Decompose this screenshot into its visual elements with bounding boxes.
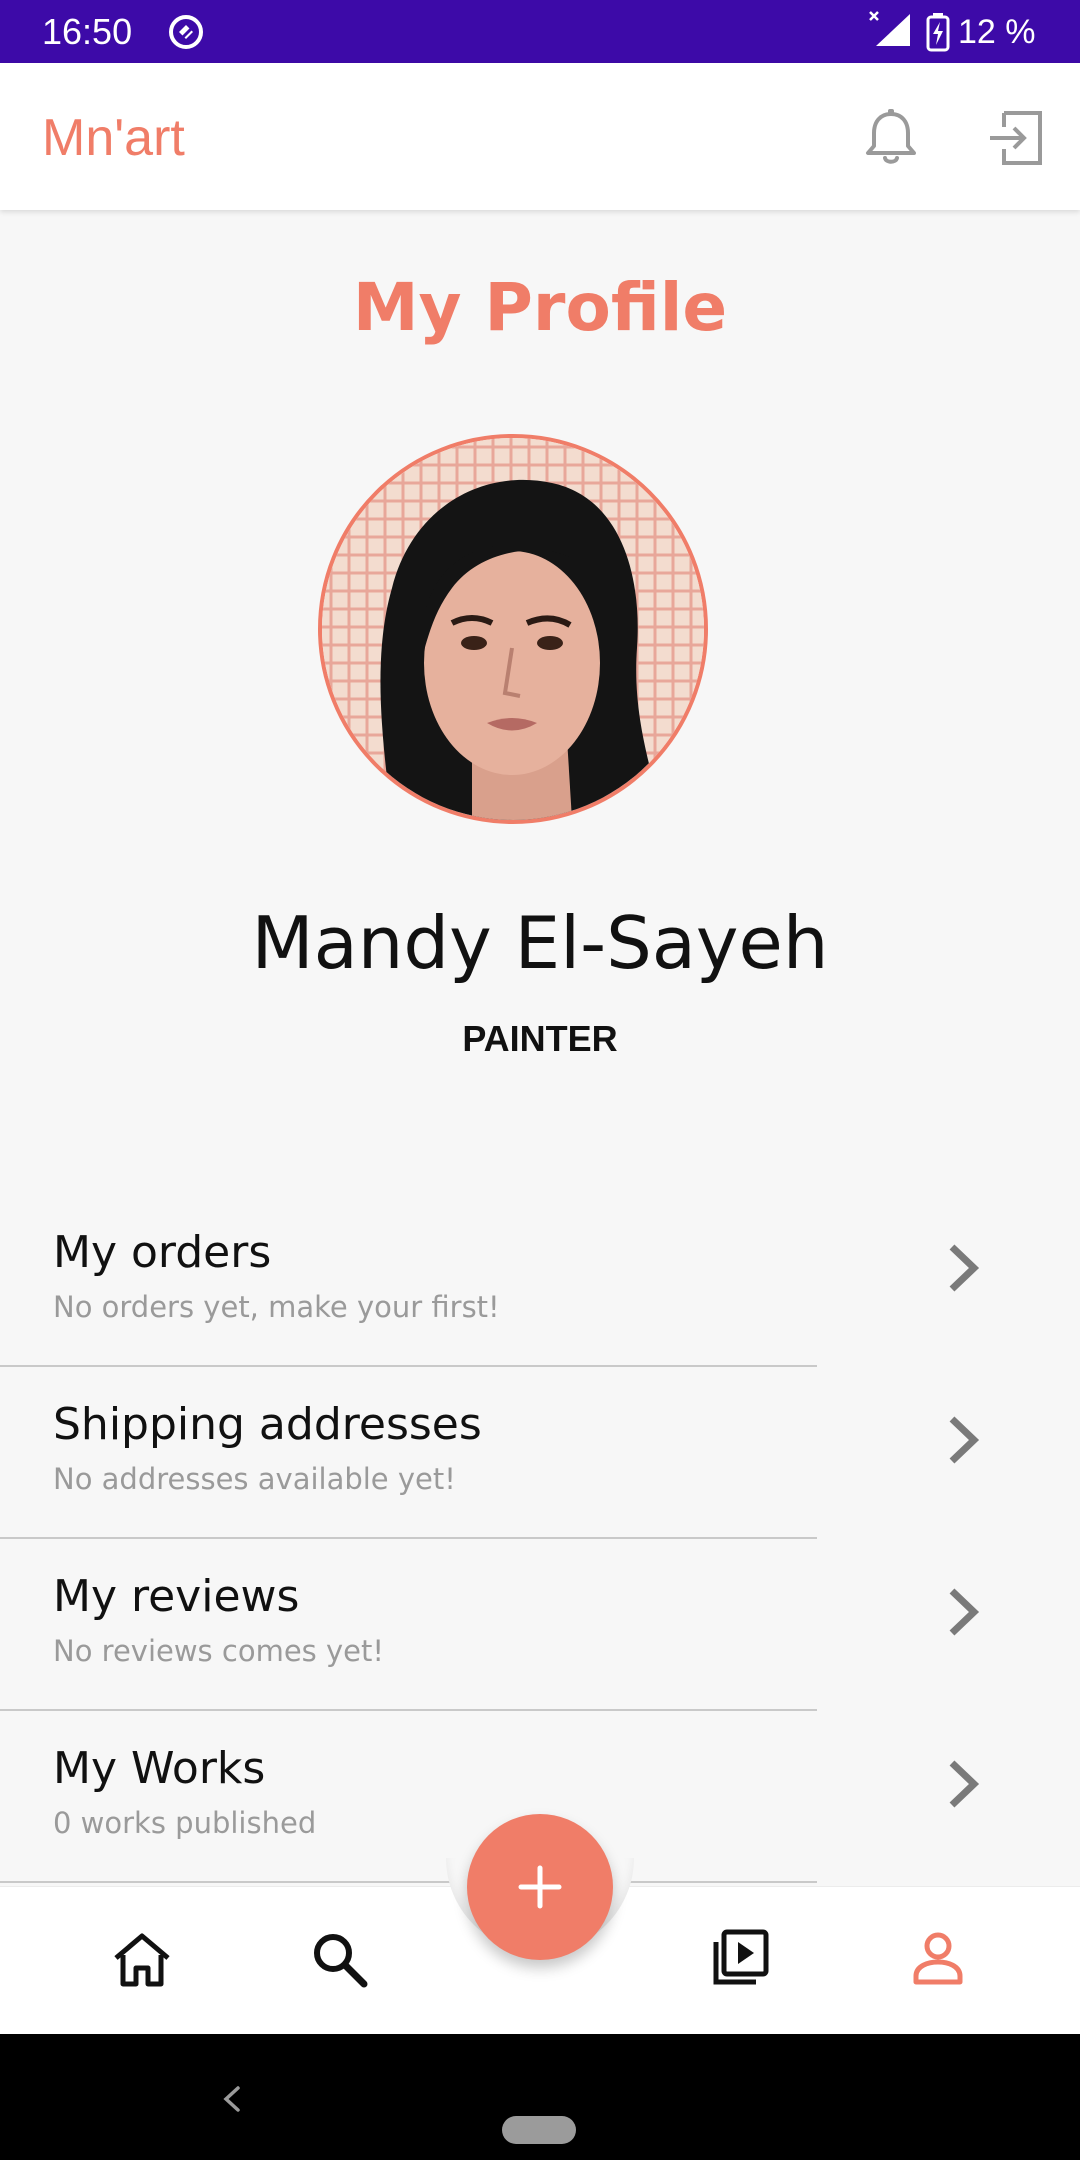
system-navigation-bar xyxy=(0,2034,1080,2160)
chevron-right-icon xyxy=(949,1244,980,1292)
menu-item-subtitle: No addresses available yet! xyxy=(53,1462,456,1496)
app-title: Mn'art xyxy=(42,109,185,167)
menu-item-title: My orders xyxy=(53,1227,272,1278)
menu-item-subtitle: No orders yet, make your first! xyxy=(53,1290,500,1324)
profile-icon[interactable] xyxy=(906,1926,970,1990)
chevron-right-icon xyxy=(949,1588,980,1636)
status-bar: 16:50 12 % xyxy=(0,0,1080,63)
home-icon[interactable] xyxy=(110,1928,174,1992)
menu-item-title: My Works xyxy=(53,1743,266,1794)
search-icon[interactable] xyxy=(308,1928,372,1992)
menu-item-my-reviews[interactable]: My reviews No reviews comes yet! xyxy=(0,1539,1080,1711)
add-icon xyxy=(518,1865,562,1909)
logout-icon[interactable] xyxy=(986,109,1046,167)
chevron-right-icon xyxy=(949,1416,980,1464)
battery-level: 12 % xyxy=(958,13,1036,51)
status-time: 16:50 xyxy=(42,11,133,52)
battery-charging-icon xyxy=(926,13,950,52)
menu-item-title: My reviews xyxy=(53,1571,300,1622)
profile-name: Mandy El-Sayeh xyxy=(251,901,829,985)
avatar[interactable] xyxy=(318,434,708,824)
app-bar: Mn'art xyxy=(0,63,1080,210)
menu-item-title: Shipping addresses xyxy=(53,1399,482,1450)
menu-item-subtitle: No reviews comes yet! xyxy=(53,1634,384,1668)
avatar-image xyxy=(322,438,704,820)
menu-item-my-orders[interactable]: My orders No orders yet, make your first… xyxy=(0,1195,1080,1367)
page-title: My Profile xyxy=(352,269,728,346)
divider xyxy=(0,1881,817,1883)
bell-icon[interactable] xyxy=(861,106,921,168)
chevron-right-icon xyxy=(949,1760,980,1808)
home-pill[interactable] xyxy=(502,2116,576,2144)
add-button[interactable] xyxy=(467,1814,613,1960)
profile-menu: My orders No orders yet, make your first… xyxy=(0,1195,1080,1883)
menu-item-subtitle: 0 works published xyxy=(53,1806,317,1840)
back-icon[interactable] xyxy=(220,2084,244,2114)
menu-item-shipping-addresses[interactable]: Shipping addresses No addresses availabl… xyxy=(0,1367,1080,1539)
signal-icon xyxy=(869,11,910,46)
profile-role: PAINTER xyxy=(462,1018,618,1059)
media-library-icon[interactable] xyxy=(708,1926,772,1990)
app-notification-icon xyxy=(169,15,203,49)
